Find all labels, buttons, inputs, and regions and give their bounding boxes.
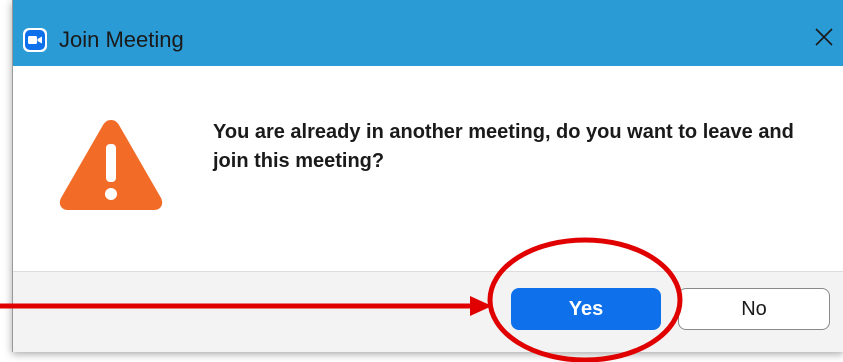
dialog-content: You are already in another meeting, do y…: [13, 66, 843, 271]
no-button[interactable]: No: [678, 288, 830, 330]
window-title: Join Meeting: [59, 27, 184, 52]
title-bar: Join Meeting: [13, 0, 843, 66]
join-meeting-dialog: Join Meeting You are already in another …: [12, 0, 843, 352]
zoom-camera-icon: [23, 28, 47, 52]
page: Join Meeting You are already in another …: [0, 0, 843, 362]
warning-triangle-icon: [55, 114, 167, 214]
dialog-message: You are already in another meeting, do y…: [213, 121, 794, 172]
close-button[interactable]: [804, 18, 843, 60]
dialog-footer: Yes No: [13, 271, 843, 352]
close-icon: [814, 27, 834, 52]
yes-button[interactable]: Yes: [511, 288, 661, 330]
